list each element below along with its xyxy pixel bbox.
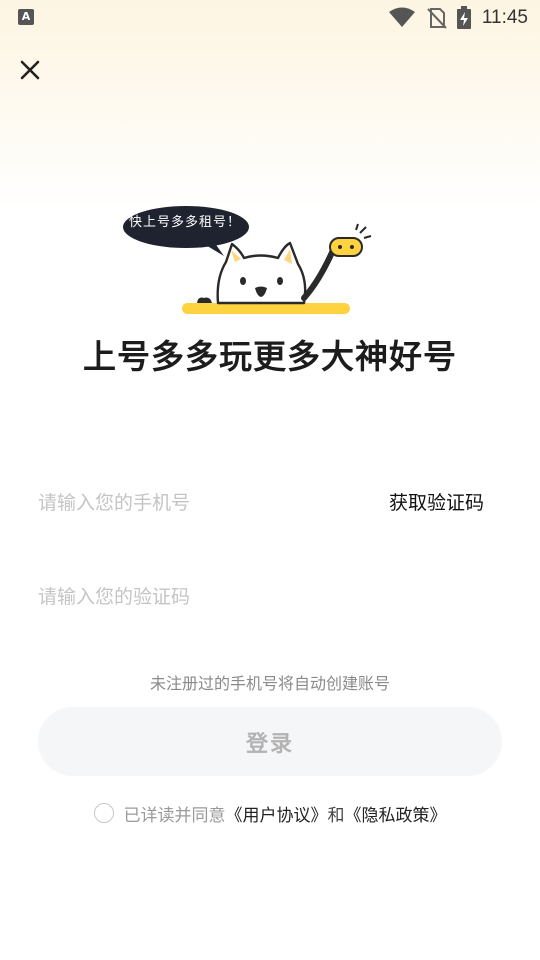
battery-charging-icon	[456, 6, 471, 29]
agreement-prefix: 已详读并同意	[123, 805, 226, 826]
close-icon	[20, 60, 40, 80]
login-button[interactable]: 登录	[38, 707, 502, 776]
agreement-row: 已详读并同意 《用户协议》 和 《隐私政策》	[0, 798, 540, 828]
no-sim-icon	[427, 8, 447, 29]
mascot-illustration: 快上号多多租号！	[120, 200, 380, 325]
privacy-policy-link[interactable]: 《隐私政策》	[345, 801, 447, 826]
wifi-icon	[388, 7, 415, 27]
status-bar: A 11:45	[0, 0, 540, 36]
agree-checkbox[interactable]	[93, 803, 114, 823]
clock: 11:45	[481, 7, 528, 28]
verification-code-input[interactable]	[38, 582, 498, 612]
user-agreement-link[interactable]: 《用户协议》	[226, 801, 328, 826]
slogan-title: 上号多多玩更多大神好号	[83, 337, 457, 376]
get-code-button[interactable]: 获取验证码	[389, 488, 484, 518]
phone-input[interactable]	[38, 488, 358, 518]
close-button[interactable]	[14, 54, 46, 86]
status-indicators: 11:45	[388, 6, 528, 30]
app-notification-icon: A	[18, 9, 34, 25]
speech-bubble-text: 快上号多多租号！	[128, 214, 241, 230]
auto-register-hint: 未注册过的手机号将自动创建账号	[149, 674, 390, 693]
agreement-conjunction: 和	[327, 805, 345, 826]
